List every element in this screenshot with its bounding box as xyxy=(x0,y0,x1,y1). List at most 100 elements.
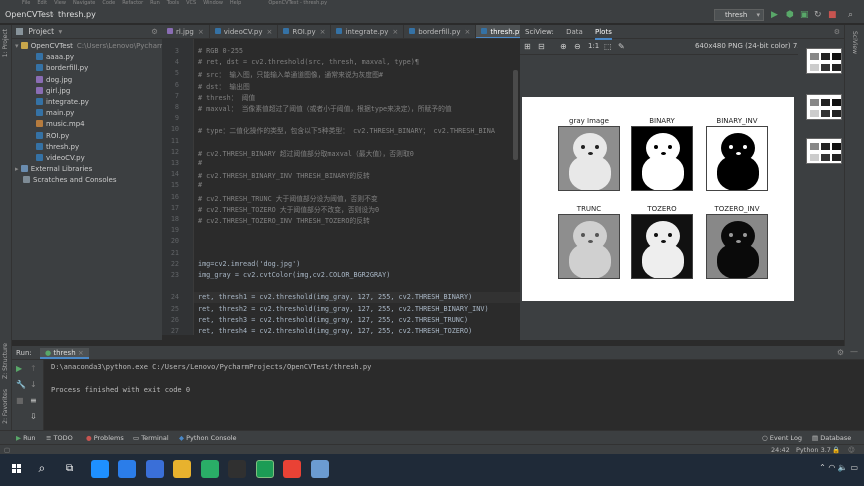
notification-icon[interactable]: ▭ xyxy=(850,463,858,472)
subplot-title: TRUNC xyxy=(576,205,602,213)
plot-thumbnail[interactable] xyxy=(806,94,842,120)
obs-icon[interactable] xyxy=(228,460,246,478)
stop-icon[interactable]: ■ xyxy=(828,10,837,20)
up-icon[interactable]: ↑ xyxy=(30,364,37,373)
tab-terminal[interactable]: ▭ Terminal xyxy=(133,431,169,445)
notepad-icon[interactable] xyxy=(310,460,329,478)
run-config-select[interactable]: thresh ▾ xyxy=(714,9,764,21)
line-number: 4 xyxy=(174,58,179,67)
sciview-tool-label[interactable]: SciView xyxy=(851,31,858,54)
wifi-icon[interactable]: ◠ xyxy=(828,463,835,472)
tree-file[interactable]: borderfill.py xyxy=(12,63,162,74)
editor-tab[interactable]: borderfill.py × xyxy=(404,25,477,38)
files-icon[interactable] xyxy=(173,460,191,478)
search-icon[interactable]: ⌕ xyxy=(848,10,853,20)
close-icon[interactable]: × xyxy=(78,349,84,357)
tab-run[interactable]: ▶ Run xyxy=(16,431,36,445)
plot-thumbnail[interactable] xyxy=(806,48,842,74)
file-icon xyxy=(336,28,343,34)
project-tool-label[interactable]: 1: Project xyxy=(2,29,9,57)
soft-wrap-icon[interactable]: ≡ xyxy=(30,396,37,405)
editor-tab[interactable]: integrate.py × xyxy=(331,25,405,38)
debug-icon[interactable]: ⬢ xyxy=(786,10,794,20)
close-icon[interactable]: × xyxy=(392,28,398,36)
tree-file[interactable]: music.mp4 xyxy=(12,119,162,130)
editor-tab[interactable]: videoCV.py × xyxy=(210,25,279,38)
tree-file[interactable]: videoCV.py xyxy=(12,153,162,164)
edge-icon[interactable] xyxy=(90,460,109,478)
subplot-image xyxy=(706,126,768,191)
task-view-icon[interactable]: ⧉ xyxy=(63,460,81,478)
code-editor[interactable]: ▲4 ▲4 ^ v # RGB 0-255# ret, dst = cv2.th… xyxy=(194,39,520,335)
system-tray[interactable]: ⌃ ◠ 🔈 ▭ xyxy=(819,463,858,472)
tab-problems[interactable]: ● Problems xyxy=(86,431,124,445)
tree-file[interactable]: thresh.py xyxy=(12,142,162,153)
tab-python-console[interactable]: ◆ Python Console xyxy=(179,431,236,445)
tree-file[interactable]: main.py xyxy=(12,108,162,119)
editor-tab[interactable]: ROI.py × xyxy=(278,25,332,38)
tree-file[interactable]: ROI.py xyxy=(12,131,162,142)
structure-tool-label[interactable]: Z: Structure xyxy=(2,343,9,379)
grid-icon[interactable]: ⊞ xyxy=(524,42,531,51)
editor-scrollbar[interactable] xyxy=(513,70,518,160)
close-icon[interactable]: × xyxy=(198,28,204,36)
store-icon[interactable] xyxy=(145,460,164,478)
run-config-tab[interactable]: ● thresh × xyxy=(40,348,89,359)
scroll-end-icon[interactable]: ⇩ xyxy=(30,412,37,421)
chrome-icon[interactable] xyxy=(283,460,301,478)
line-number: 8 xyxy=(174,103,179,111)
gear-icon[interactable]: ⚙ xyxy=(834,25,840,39)
project-panel-title[interactable]: Project xyxy=(28,27,54,36)
tree-file[interactable]: aaaa.py xyxy=(12,52,162,63)
editor-tab-label: integrate.py xyxy=(345,28,389,36)
search-icon[interactable]: ⌕ xyxy=(36,460,54,478)
tree-external-libraries[interactable]: ▸ External Libraries xyxy=(12,164,162,175)
close-icon[interactable]: × xyxy=(320,28,326,36)
actual-size-button[interactable]: 1:1 xyxy=(588,42,599,50)
gear-icon[interactable]: ⚙ xyxy=(151,25,158,39)
wechat-icon[interactable] xyxy=(200,460,219,478)
tab-event-log[interactable]: ○ Event Log xyxy=(762,431,802,445)
editor-tab[interactable]: thresh.py× xyxy=(476,25,520,38)
close-icon[interactable]: × xyxy=(464,28,470,36)
breadcrumb-project[interactable]: OpenCVTest xyxy=(5,10,53,19)
tree-file[interactable]: dog.jpg xyxy=(12,75,162,86)
tab-data[interactable]: Data xyxy=(566,28,583,36)
tree-root[interactable]: ▾ OpenCVTest C:\Users\Lenovo\PycharmProje… xyxy=(12,41,239,52)
pycharm-icon[interactable] xyxy=(255,460,274,478)
coverage-icon[interactable]: ▣ xyxy=(800,10,809,20)
grid-alt-icon[interactable]: ⊟ xyxy=(538,42,545,51)
scratches-icon xyxy=(23,176,30,184)
chevron-down-icon[interactable]: ▾ xyxy=(58,27,62,36)
tab-todo-label: TODO xyxy=(53,434,73,442)
run-icon[interactable]: ▶ xyxy=(771,10,778,20)
tree-file[interactable]: girl.jpg xyxy=(12,86,162,97)
chevron-up-icon[interactable]: ⌃ xyxy=(819,463,826,472)
wrench-icon[interactable]: 🔧 xyxy=(16,380,26,389)
color-picker-icon[interactable]: ✎ xyxy=(618,42,625,51)
minimize-icon[interactable]: — xyxy=(850,347,858,356)
plot-thumbnail[interactable] xyxy=(806,138,842,164)
volume-icon[interactable]: 🔈 xyxy=(838,463,848,472)
tree-file[interactable]: integrate.py xyxy=(12,97,162,108)
rerun-icon[interactable]: ▶ xyxy=(16,364,22,373)
code-line: # cv2.THRESH_BINARY_INV THRESH_BINARY的反转 xyxy=(198,172,370,181)
editor-tab[interactable]: rl.jpg × xyxy=(162,25,210,38)
gear-icon[interactable]: ⚙ xyxy=(837,348,844,357)
close-icon[interactable]: × xyxy=(266,28,272,36)
tab-todo[interactable]: ≡ TODO xyxy=(46,431,73,445)
tree-scratches[interactable]: Scratches and Consoles xyxy=(12,175,162,186)
favorites-tool-label[interactable]: 2: Favorites xyxy=(2,389,9,424)
breadcrumb-file[interactable]: thresh.py xyxy=(58,10,96,19)
tab-database[interactable]: ▤ Database xyxy=(812,431,851,445)
zoom-in-icon[interactable]: ⊕ xyxy=(560,42,567,51)
windows-start-icon[interactable] xyxy=(8,460,26,478)
fit-icon[interactable]: ⬚ xyxy=(604,42,612,51)
stop-icon[interactable]: ■ xyxy=(16,396,24,405)
folder-icon xyxy=(20,42,28,49)
zoom-out-icon[interactable]: ⊖ xyxy=(574,42,581,51)
down-icon[interactable]: ↓ xyxy=(30,380,37,389)
mail-icon[interactable] xyxy=(118,460,136,478)
run-console[interactable]: D:\anaconda3\python.exe C:/Users/Lenovo/… xyxy=(44,360,864,430)
profile-icon[interactable]: ↻ xyxy=(814,10,822,20)
